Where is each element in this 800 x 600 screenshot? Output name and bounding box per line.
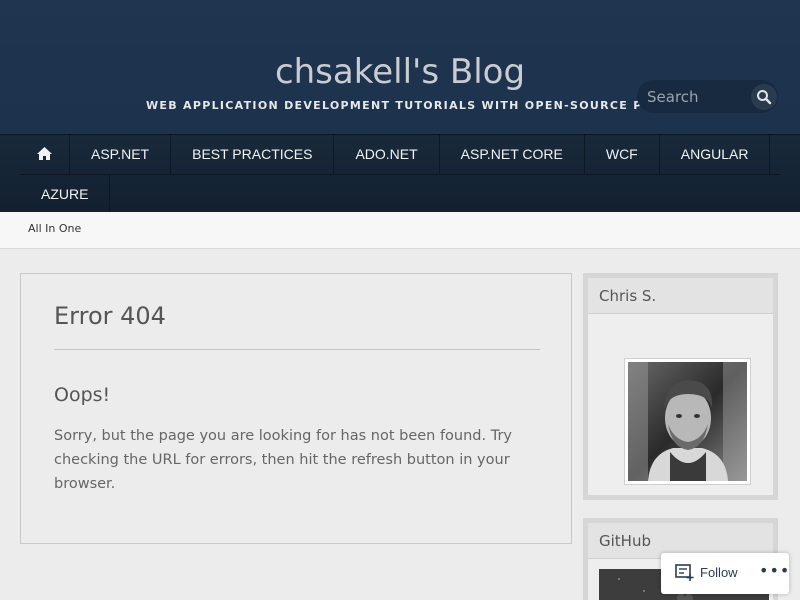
subnav-link-all-in-one[interactable]: All In One	[28, 222, 81, 235]
author-photo	[628, 362, 747, 481]
nav-item-angular[interactable]: ANGULAR	[660, 135, 771, 174]
home-icon	[37, 147, 52, 161]
site-tagline: WEB APPLICATION DEVELOPMENT TUTORIALS WI…	[146, 99, 640, 112]
nav-row: ASP.NET BEST PRACTICES ADO.NET ASP.NET C…	[20, 135, 780, 174]
more-options-button[interactable]: •••	[759, 563, 789, 579]
nav-item-adonet[interactable]: ADO.NET	[334, 135, 440, 174]
nav-item-azure[interactable]: AZURE	[20, 175, 111, 214]
nav-item-best-practices[interactable]: BEST PRACTICES	[171, 135, 335, 174]
follow-button[interactable]: Follow	[700, 565, 738, 580]
widget-title: Chris S.	[588, 278, 773, 314]
nav-item-home[interactable]	[20, 135, 70, 174]
avatar[interactable]	[624, 358, 751, 485]
author-widget: Chris S.	[583, 273, 778, 500]
search-icon	[757, 90, 772, 105]
follow-bar: Follow •••	[661, 553, 789, 594]
divider	[54, 349, 540, 350]
search-button[interactable]	[751, 84, 777, 110]
search-input[interactable]	[647, 87, 747, 107]
widget-body: Chris S.	[588, 278, 773, 495]
sub-nav: All In One	[0, 212, 800, 249]
main-nav: ASP.NET BEST PRACTICES ADO.NET ASP.NET C…	[0, 134, 800, 214]
nav-item-aspnet[interactable]: ASP.NET	[70, 135, 172, 174]
nav-item-aspnet-core[interactable]: ASP.NET CORE	[440, 135, 585, 174]
error-message: Sorry, but the page you are looking for …	[54, 428, 513, 492]
error-subtitle: Oops!	[54, 384, 111, 406]
follow-icon	[675, 564, 694, 581]
error-content: Error 404 Oops! Sorry, but the page you …	[20, 273, 572, 544]
nav-item-wcf[interactable]: WCF	[585, 135, 660, 174]
site-header: chsakell's Blog WEB APPLICATION DEVELOPM…	[0, 0, 800, 134]
page-title: Error 404	[54, 302, 166, 330]
nav-row: AZURE	[20, 174, 780, 214]
